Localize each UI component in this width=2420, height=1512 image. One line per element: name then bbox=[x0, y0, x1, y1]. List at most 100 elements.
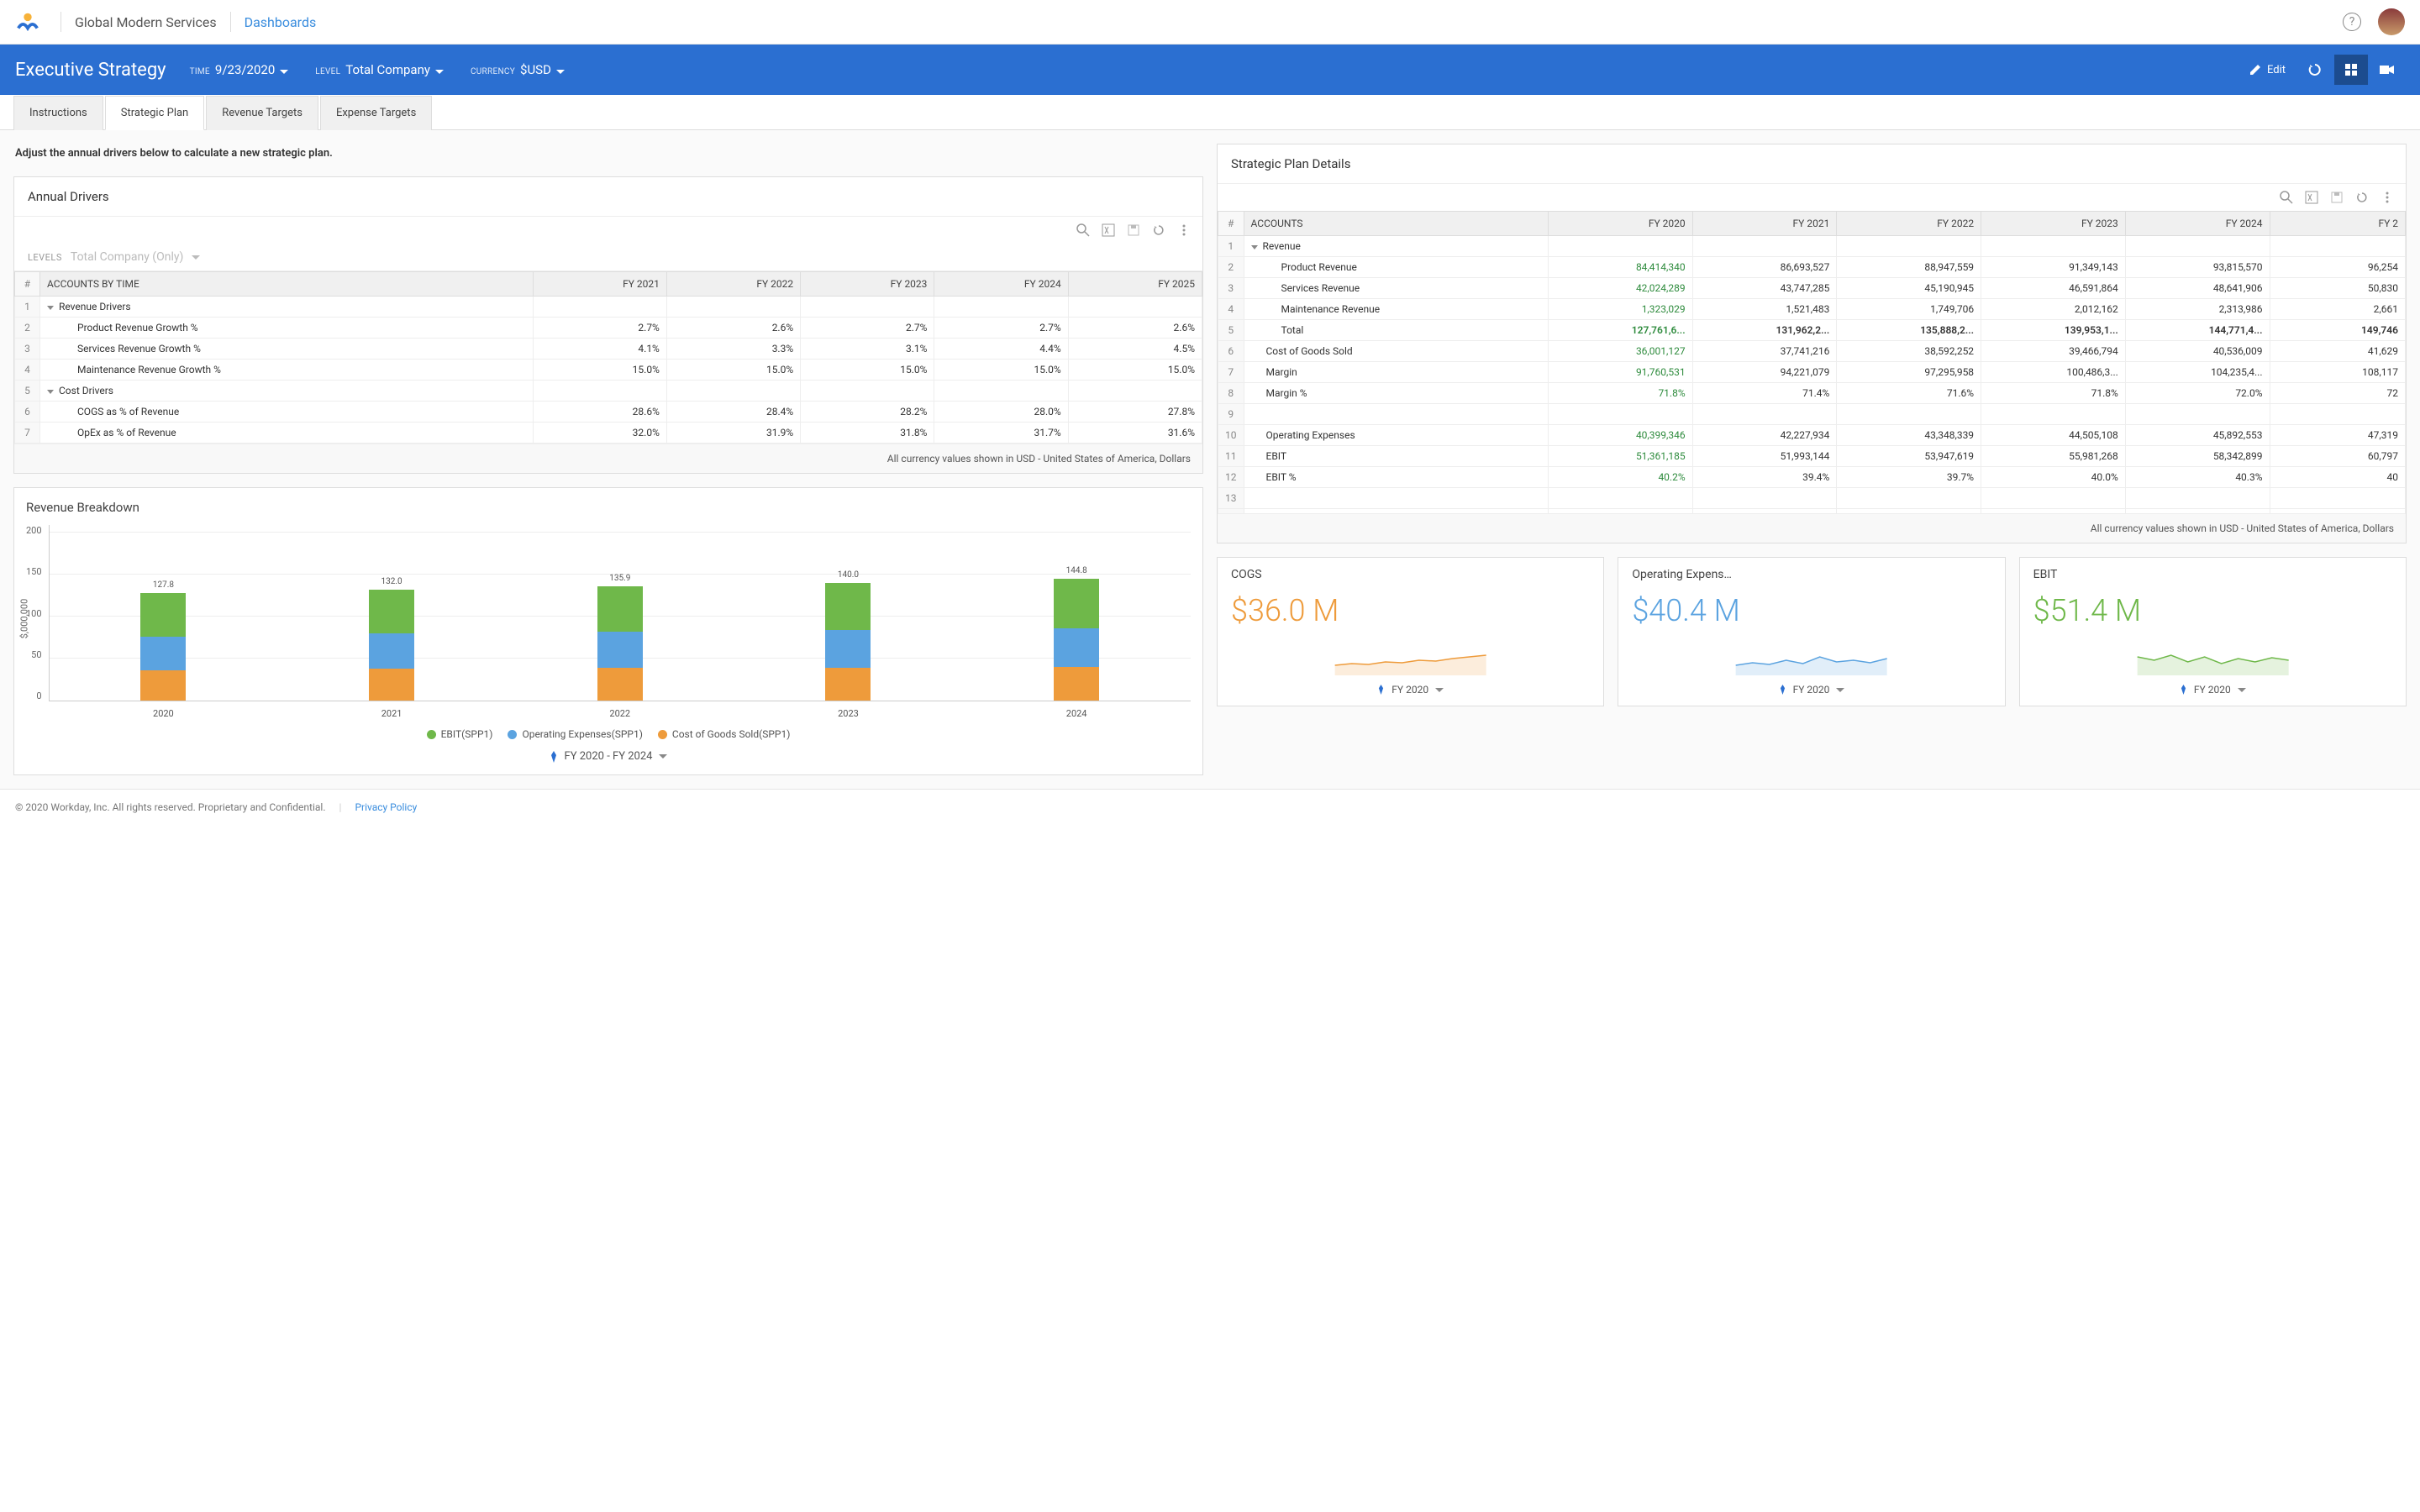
pencil-icon bbox=[2249, 63, 2262, 76]
formula-icon[interactable] bbox=[1102, 223, 1115, 237]
table-row[interactable]: 8Margin %71.8%71.4%71.6%71.8%72.0%72 bbox=[1218, 383, 2406, 404]
table-row[interactable]: 1Revenue bbox=[1218, 236, 2406, 257]
table-row[interactable]: 4Maintenance Revenue1,323,0291,521,4831,… bbox=[1218, 299, 2406, 320]
bar-group[interactable]: 135.92022 bbox=[591, 574, 650, 701]
refresh-icon[interactable] bbox=[2355, 191, 2369, 204]
chart-title: Revenue Breakdown bbox=[26, 500, 1191, 515]
y-axis: $,000,000 200150100500 bbox=[26, 525, 49, 701]
table-row[interactable]: 3Services Revenue Growth %4.1%3.3%3.1%4.… bbox=[15, 339, 1202, 360]
context-bar: Executive Strategy TIME 9/23/2020 LEVEL … bbox=[0, 45, 2420, 95]
search-icon[interactable] bbox=[1076, 223, 1090, 237]
logo-icon bbox=[15, 9, 40, 34]
help-icon[interactable]: ? bbox=[2343, 13, 2361, 31]
table-row[interactable]: 9 bbox=[1218, 404, 2406, 425]
legend-item[interactable]: Cost of Goods Sold(SPP1) bbox=[658, 728, 791, 740]
table-row[interactable]: 7OpEx as % of Revenue32.0%31.9%31.8%31.7… bbox=[15, 423, 1202, 444]
legend-item[interactable]: Operating Expenses(SPP1) bbox=[508, 728, 642, 740]
currency-value: $USD bbox=[520, 62, 551, 77]
kpi-row: COGS $36.0 M FY 2020 Operating Expens… $… bbox=[1217, 557, 2407, 706]
time-filter[interactable]: TIME 9/23/2020 bbox=[190, 62, 289, 77]
save-icon[interactable] bbox=[1127, 223, 1140, 237]
refresh-button[interactable] bbox=[2297, 55, 2333, 84]
currency-label: CURRENCY bbox=[471, 67, 515, 76]
save-icon[interactable] bbox=[2330, 191, 2344, 204]
present-button[interactable] bbox=[2370, 57, 2405, 82]
search-icon[interactable] bbox=[2280, 191, 2293, 204]
bar-group[interactable]: 127.82020 bbox=[134, 580, 192, 701]
refresh-icon[interactable] bbox=[1152, 223, 1165, 237]
kpi-title: Operating Expens… bbox=[1632, 568, 1991, 581]
sparkline bbox=[1231, 642, 1590, 675]
time-label: TIME bbox=[190, 67, 210, 76]
kpi-value: $40.4 M bbox=[1632, 593, 1991, 628]
levels-value: Total Company (Only) bbox=[71, 250, 183, 264]
kpi-selector[interactable]: FY 2020 bbox=[2033, 684, 2392, 696]
top-nav: Global Modern Services Dashboards ? bbox=[0, 0, 2420, 45]
bar-group[interactable]: 144.82024 bbox=[1047, 566, 1106, 701]
table-row[interactable]: 6COGS as % of Revenue28.6%28.4%28.2%28.0… bbox=[15, 402, 1202, 423]
company-name: Global Modern Services bbox=[75, 14, 217, 30]
divider bbox=[230, 12, 231, 32]
range-value: FY 2020 - FY 2024 bbox=[565, 750, 653, 763]
details-table: #ACCOUNTSFY 2020FY 2021FY 2022FY 2023FY … bbox=[1218, 211, 2406, 513]
breadcrumb-dashboards[interactable]: Dashboards bbox=[245, 14, 317, 30]
levels-selector[interactable]: LEVELS Total Company (Only) bbox=[14, 244, 1202, 271]
annual-drivers-title: Annual Drivers bbox=[14, 177, 1202, 217]
chart-range-selector[interactable]: FY 2020 - FY 2024 bbox=[26, 750, 1191, 763]
chevron-down-icon bbox=[1435, 688, 1444, 692]
kpi-value: $51.4 M bbox=[2033, 593, 2392, 628]
privacy-link[interactable]: Privacy Policy bbox=[355, 801, 417, 813]
tab-instructions[interactable]: Instructions bbox=[13, 96, 103, 130]
tab-strategic-plan[interactable]: Strategic Plan bbox=[105, 96, 204, 130]
chevron-down-icon bbox=[659, 754, 667, 759]
table-row[interactable]: 3Services Revenue42,024,28943,747,28545,… bbox=[1218, 278, 2406, 299]
kpi-card: EBIT $51.4 M FY 2020 bbox=[2019, 557, 2407, 706]
footer: © 2020 Workday, Inc. All rights reserved… bbox=[0, 789, 2420, 825]
plan-details-title: Strategic Plan Details bbox=[1218, 144, 2406, 184]
edit-button[interactable]: Edit bbox=[2238, 56, 2296, 83]
more-icon[interactable] bbox=[1177, 223, 1191, 237]
currency-note: All currency values shown in USD - Unite… bbox=[1218, 513, 2406, 543]
table-row[interactable]: 13 bbox=[1218, 488, 2406, 509]
table-row[interactable]: 1Revenue Drivers bbox=[15, 297, 1202, 318]
level-filter[interactable]: LEVEL Total Company bbox=[315, 62, 444, 77]
kpi-selector[interactable]: FY 2020 bbox=[1632, 684, 1991, 696]
drivers-toolbar bbox=[14, 217, 1202, 244]
formula-icon[interactable] bbox=[2305, 191, 2318, 204]
video-camera-icon bbox=[2380, 64, 2395, 76]
table-row[interactable]: 2Product Revenue Growth %2.7%2.6%2.7%2.7… bbox=[15, 318, 1202, 339]
pin-icon bbox=[2180, 685, 2187, 695]
chevron-down-icon bbox=[1836, 688, 1844, 692]
chart-plot-area: 127.82020 132.02021 135.92022 140.02023 144.… bbox=[49, 525, 1191, 701]
table-row[interactable]: 11EBIT51,361,18551,993,14453,947,61955,9… bbox=[1218, 446, 2406, 467]
pin-icon bbox=[1377, 685, 1385, 695]
chevron-down-icon bbox=[556, 70, 565, 74]
currency-filter[interactable]: CURRENCY $USD bbox=[471, 62, 565, 77]
copyright: © 2020 Workday, Inc. All rights reserved… bbox=[15, 801, 326, 813]
chevron-down-icon bbox=[192, 255, 200, 260]
avatar[interactable] bbox=[2378, 8, 2405, 35]
table-row[interactable]: 10Operating Expenses40,399,34642,227,934… bbox=[1218, 425, 2406, 446]
table-row[interactable]: 4Maintenance Revenue Growth %15.0%15.0%1… bbox=[15, 360, 1202, 381]
bar-group[interactable]: 140.02023 bbox=[818, 570, 877, 701]
bar-group[interactable]: 132.02021 bbox=[362, 577, 421, 701]
legend-item[interactable]: EBIT(SPP1) bbox=[427, 728, 493, 740]
table-row[interactable]: 5Cost Drivers bbox=[15, 381, 1202, 402]
kpi-title: COGS bbox=[1231, 568, 1590, 581]
table-row[interactable]: 7Margin91,760,53194,221,07997,295,958100… bbox=[1218, 362, 2406, 383]
kpi-value: $36.0 M bbox=[1231, 593, 1590, 628]
table-row[interactable]: 6Cost of Goods Sold36,001,12737,741,2163… bbox=[1218, 341, 2406, 362]
chevron-down-icon bbox=[2238, 688, 2246, 692]
refresh-icon bbox=[2307, 62, 2323, 77]
table-row[interactable]: 2Product Revenue84,414,34086,693,52788,9… bbox=[1218, 257, 2406, 278]
grid-view-button[interactable] bbox=[2334, 55, 2368, 85]
table-row[interactable]: 5Total127,761,6...131,962,2...135,888,2.… bbox=[1218, 320, 2406, 341]
tab-expense-targets[interactable]: Expense Targets bbox=[320, 96, 432, 130]
drivers-table: #ACCOUNTS BY TIMEFY 2021FY 2022FY 2023FY… bbox=[14, 271, 1202, 444]
table-row[interactable]: 12EBIT %40.2%39.4%39.7%40.0%40.3%40 bbox=[1218, 467, 2406, 488]
revenue-breakdown-panel: Revenue Breakdown $,000,000 200150100500… bbox=[13, 487, 1203, 775]
kpi-selector[interactable]: FY 2020 bbox=[1231, 684, 1590, 696]
kpi-title: EBIT bbox=[2033, 568, 2392, 581]
tab-revenue-targets[interactable]: Revenue Targets bbox=[206, 96, 318, 130]
more-icon[interactable] bbox=[2381, 191, 2394, 204]
